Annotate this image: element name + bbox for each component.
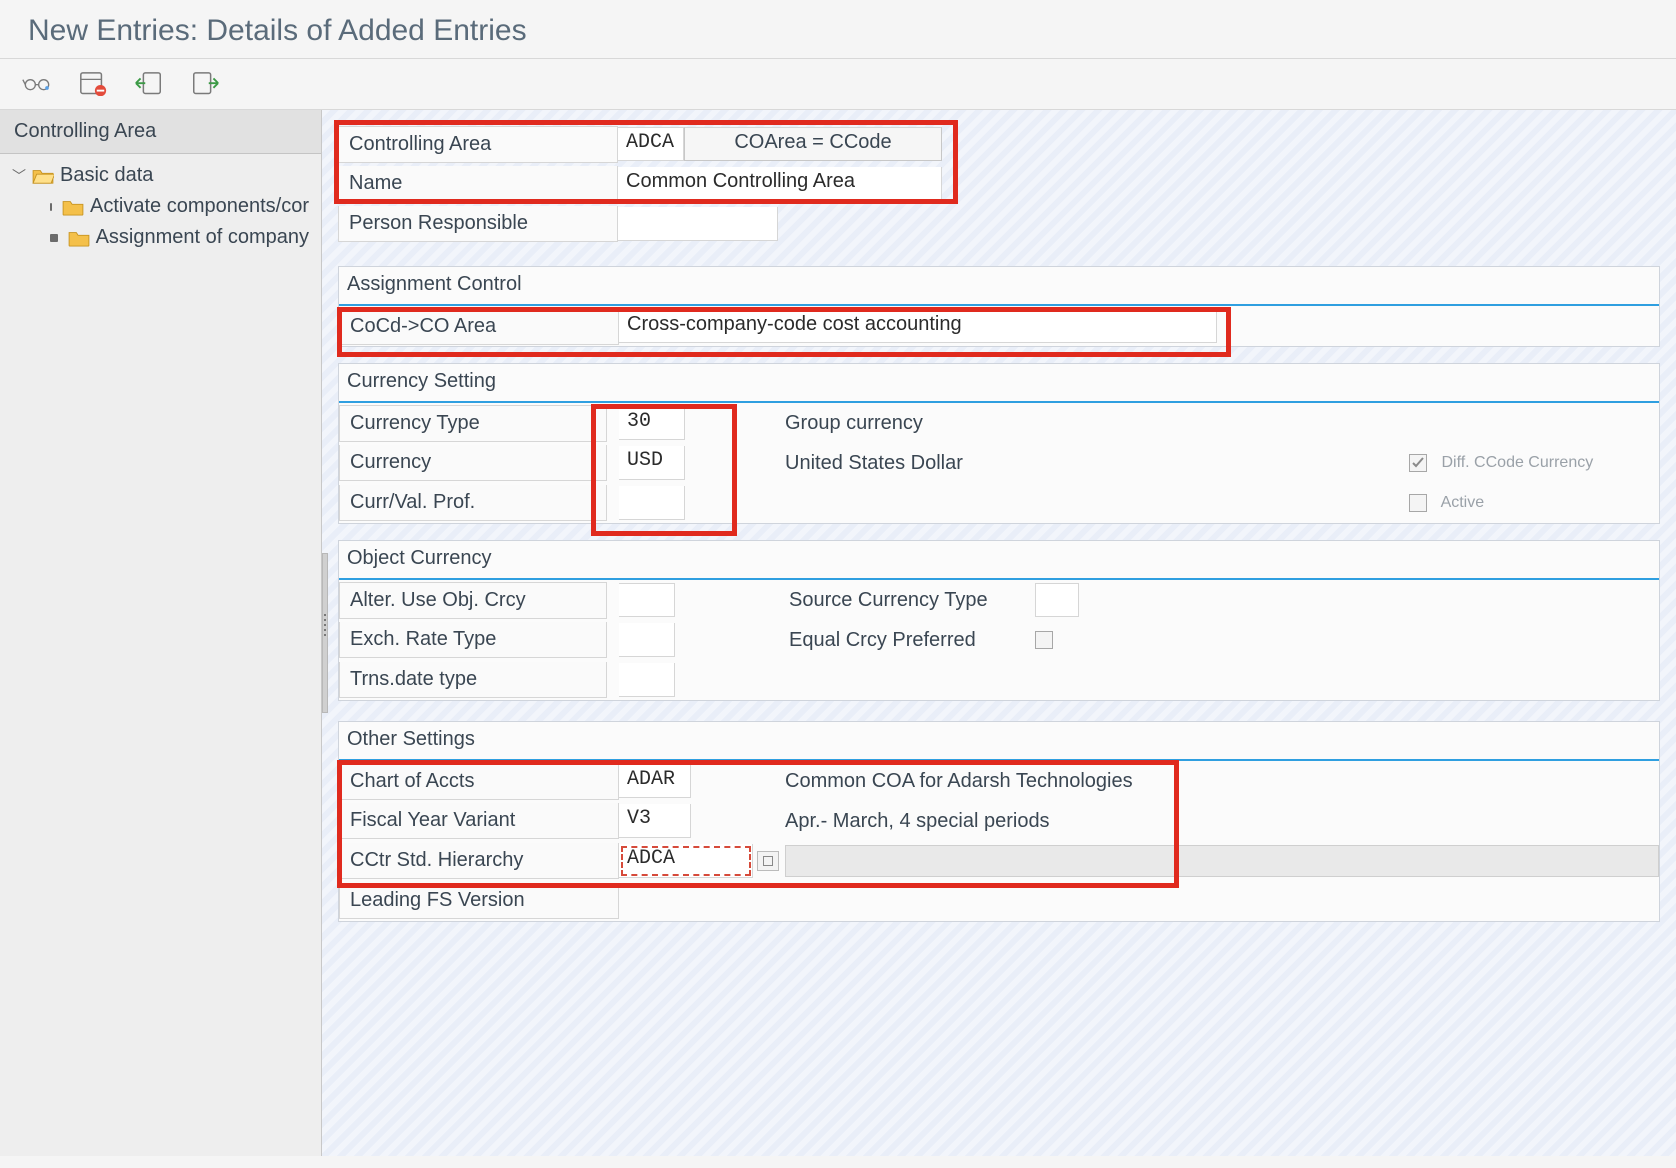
label-equal-crcy: Equal Crcy Preferred	[775, 629, 1035, 652]
section-other-settings: Other Settings	[339, 722, 1659, 761]
tree-root-label: Basic data	[60, 164, 153, 187]
input-cocd-coarea[interactable]: Cross-company-code cost accounting	[619, 309, 1217, 343]
input-name[interactable]: Common Controlling Area	[618, 167, 942, 201]
main-area: Controlling Area ADCA COArea = CCode Nam…	[322, 110, 1676, 1156]
input-currval-prof[interactable]	[619, 486, 685, 520]
next-entry-icon[interactable]	[190, 69, 220, 97]
label-currval-prof: Curr/Val. Prof.	[339, 485, 607, 521]
folder-icon	[62, 198, 84, 216]
label-trns-date-type: Trns.date type	[339, 662, 607, 698]
bullet-icon	[50, 234, 58, 242]
label-currency-type: Currency Type	[339, 405, 607, 442]
tree-item-assignment[interactable]: Assignment of company	[10, 222, 311, 253]
f4-help-icon[interactable]	[757, 851, 779, 871]
label-alter-use-obj: Alter. Use Obj. Crcy	[339, 582, 607, 619]
bullet-icon	[50, 203, 52, 211]
label-cctr-std-hierarchy: CCtr Std. Hierarchy	[339, 843, 619, 879]
input-currency-type[interactable]: 30	[619, 406, 685, 440]
checkbox-active	[1409, 494, 1427, 512]
caret-down-icon: ﹀	[12, 166, 26, 186]
folder-icon	[68, 229, 90, 247]
section-assignment-control: Assignment Control	[339, 267, 1659, 306]
text-currency-type-desc: Group currency	[771, 412, 1031, 435]
toolbar	[0, 59, 1676, 110]
button-coarea-ccode[interactable]: COArea = CCode	[684, 127, 942, 161]
label-exch-rate-type: Exch. Rate Type	[339, 622, 607, 658]
checkbox-diff-ccode	[1409, 454, 1427, 472]
text-chart-desc: Common COA for Adarsh Technologies	[771, 770, 1147, 793]
tree-item-label: Activate components/cor	[90, 195, 309, 218]
label-source-currency-type: Source Currency Type	[775, 589, 1035, 612]
text-currency-desc: United States Dollar	[771, 452, 1031, 475]
label-active: Active	[1441, 494, 1485, 511]
label-controlling-area: Controlling Area	[338, 126, 618, 163]
page-title: New Entries: Details of Added Entries	[28, 14, 1648, 48]
input-person-responsible[interactable]	[618, 207, 778, 241]
text-fyv-desc: Apr.- March, 4 special periods	[771, 810, 1064, 833]
section-object-currency: Object Currency	[339, 541, 1659, 580]
input-exch-rate-type[interactable]	[619, 623, 675, 657]
prev-entry-icon[interactable]	[134, 69, 164, 97]
delete-row-icon[interactable]	[78, 69, 108, 97]
tree-root[interactable]: ﹀ Basic data	[10, 160, 311, 191]
splitter-handle[interactable]	[322, 553, 328, 713]
label-diff-ccode: Diff. CCode Currency	[1441, 454, 1593, 471]
input-currency[interactable]: USD	[619, 446, 685, 480]
label-cocd-coarea: CoCd->CO Area	[339, 308, 619, 345]
input-fiscal-year-variant[interactable]: V3	[619, 804, 691, 838]
label-chart-of-accts: Chart of Accts	[339, 763, 619, 800]
input-trns-date-type[interactable]	[619, 663, 675, 697]
input-source-currency-type[interactable]	[1035, 583, 1079, 617]
folder-open-icon	[32, 167, 54, 185]
checkbox-equal-crcy[interactable]	[1035, 631, 1053, 649]
label-fiscal-year-variant: Fiscal Year Variant	[339, 803, 619, 839]
input-cctr-std-hierarchy[interactable]: ADCA	[619, 844, 753, 878]
sidebar: Controlling Area ﹀ Basic data Activate c…	[0, 110, 322, 1156]
label-person-responsible: Person Responsible	[338, 206, 618, 242]
input-chart-of-accts[interactable]: ADAR	[619, 764, 691, 798]
text-cctr-desc	[785, 845, 1659, 877]
label-name: Name	[338, 166, 618, 202]
glasses-icon[interactable]	[22, 69, 52, 97]
tree-item-label: Assignment of company	[96, 226, 309, 249]
input-controlling-area[interactable]: ADCA	[618, 127, 684, 161]
input-alter-use-obj[interactable]	[619, 583, 675, 617]
tree-item-activate[interactable]: Activate components/cor	[10, 191, 311, 222]
section-currency-setting: Currency Setting	[339, 364, 1659, 403]
sidebar-header: Controlling Area	[0, 110, 321, 154]
label-currency: Currency	[339, 445, 607, 481]
label-leading-fs-version: Leading FS Version	[339, 883, 619, 919]
